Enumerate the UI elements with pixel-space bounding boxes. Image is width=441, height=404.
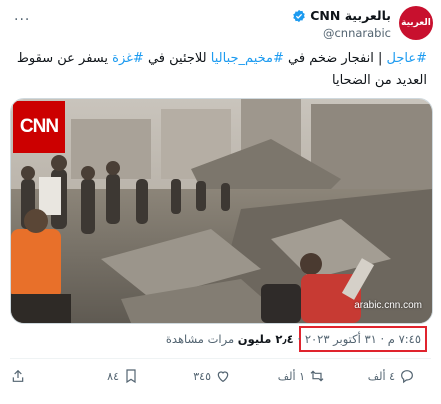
heart-icon xyxy=(217,371,229,383)
retweet-count: ١ ألف xyxy=(277,369,305,383)
tweet-text-part-2: للاجئين في xyxy=(143,51,211,66)
action-bar: ٤ ألف ١ ألف ٣٤٥ ٨٤ xyxy=(0,368,441,394)
hashtag-jabalia-camp[interactable]: #مخيم_جباليا xyxy=(211,51,284,66)
like-button[interactable]: ٣٤٥ xyxy=(193,368,231,384)
handle[interactable]: @cnnarabic xyxy=(292,26,391,40)
bookmark-count: ٨٤ xyxy=(107,369,119,383)
cnn-logo: CNN xyxy=(13,101,65,153)
view-count-number: ٢٫٤ مليون xyxy=(237,332,294,346)
author-names: CNN بالعربية @cnnarabic xyxy=(292,8,391,40)
view-count-label: مرات مشاهدة xyxy=(165,332,238,346)
share-icon xyxy=(12,369,24,382)
tweet-text: #عاجل | انفجار ضخم في #مخيم_جباليا للاجئ… xyxy=(12,48,427,92)
display-name-row[interactable]: CNN بالعربية xyxy=(292,8,391,23)
avatar[interactable]: العربية xyxy=(399,6,433,40)
tweet-separator: | xyxy=(373,51,387,66)
like-count: ٣٤٥ xyxy=(193,369,211,383)
tweet-media-image[interactable]: CNN arabic.cnn.com xyxy=(10,98,433,324)
view-count[interactable]: · ٢٫٤ مليون مرات مشاهدة xyxy=(166,332,301,346)
tweet-header: العربية CNN بالعربية @cnnarabic ··· xyxy=(0,6,441,46)
verified-badge-icon xyxy=(293,9,306,22)
retweet-button[interactable]: ١ ألف xyxy=(278,368,325,384)
tweet-text-part-1: انفجار ضخم في xyxy=(283,51,374,66)
media-watermark: arabic.cnn.com xyxy=(354,300,422,311)
meta-separator: · xyxy=(293,332,301,346)
bookmark-icon xyxy=(126,369,136,384)
timestamp-highlight[interactable]: ٧:٤٥ م · ٣١ أكتوبر ٢٠٢٣ xyxy=(298,326,427,352)
divider xyxy=(10,358,431,359)
rubble-scene-photo xyxy=(11,99,432,323)
retweet-icon xyxy=(310,370,324,382)
reply-count: ٤ ألف xyxy=(367,369,395,383)
timestamp[interactable]: ٧:٤٥ م · ٣١ أكتوبر ٢٠٢٣ xyxy=(305,332,421,346)
share-button[interactable] xyxy=(10,368,26,384)
more-options-icon[interactable]: ··· xyxy=(14,12,30,28)
bookmark-button[interactable]: ٨٤ xyxy=(107,368,139,384)
hashtag-breaking[interactable]: #عاجل xyxy=(387,51,428,66)
tweet-meta-row: ٧:٤٥ م · ٣١ أكتوبر ٢٠٢٣ · ٢٫٤ مليون مرات… xyxy=(7,326,427,352)
reply-icon xyxy=(401,370,413,384)
display-name[interactable]: CNN بالعربية xyxy=(310,8,391,23)
hashtag-gaza[interactable]: #غزة xyxy=(112,51,144,66)
reply-button[interactable]: ٤ ألف xyxy=(368,368,415,384)
